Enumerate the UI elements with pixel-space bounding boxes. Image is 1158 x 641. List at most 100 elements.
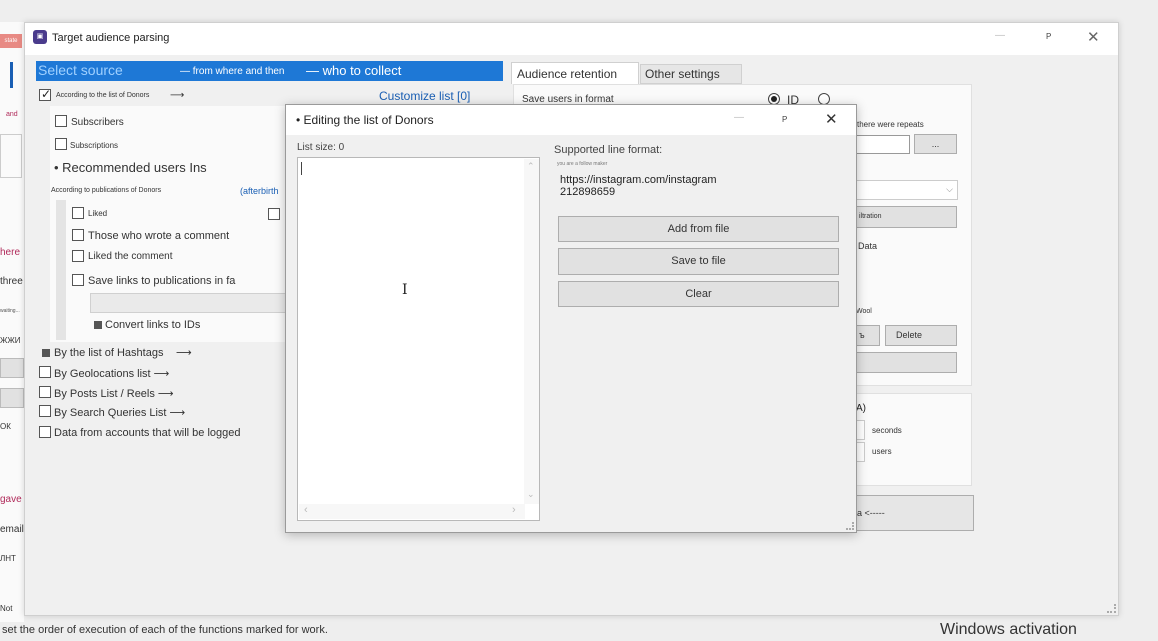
start-button[interactable]: a <----- xyxy=(856,495,974,531)
chevron-down-icon: ⌵ xyxy=(946,184,953,194)
main-pin-button[interactable]: P xyxy=(1046,32,1051,41)
strip-label: three xyxy=(0,276,23,287)
edit-button[interactable]: ъ xyxy=(856,325,880,346)
strip-button[interactable] xyxy=(0,388,24,408)
strip-label: ОК xyxy=(0,422,11,431)
liked-comment-label: Liked the comment xyxy=(88,251,173,262)
browse-button[interactable]: ... xyxy=(914,134,957,154)
filtration-button[interactable]: iltration xyxy=(856,206,957,228)
background-left-strip: state and here three waiting... ЖЖИ ОК g… xyxy=(0,22,24,622)
list-size-label: List size: 0 xyxy=(297,142,345,153)
donors-textarea[interactable]: ⌃ ⌄ ‹ › xyxy=(297,157,540,521)
dialog-pin-button[interactable]: P xyxy=(782,115,787,124)
recommended-label: • Recommended users Ins xyxy=(54,160,207,175)
donors-label: According to the list of Donors xyxy=(56,92,150,99)
paren-label: A) xyxy=(856,403,866,414)
clear-button[interactable]: Clear xyxy=(558,281,839,307)
format-line-id: 212898659 xyxy=(560,186,616,198)
main-close-button[interactable]: ✕ xyxy=(1087,28,1100,46)
afterbirth-link[interactable]: (afterbirth xyxy=(240,186,279,196)
hashtags-arrow: ⟶ xyxy=(176,347,192,359)
strip-label-and: and xyxy=(6,111,18,118)
liked-comment-checkbox[interactable] xyxy=(72,250,84,262)
strip-field xyxy=(0,134,22,178)
strip-label: waiting... xyxy=(0,308,20,314)
dialog-close-button[interactable]: ✕ xyxy=(825,110,838,128)
dialog-minimize-button[interactable]: — xyxy=(734,112,744,123)
tab-other-settings[interactable]: Other settings xyxy=(640,64,742,84)
wrote-comment-checkbox[interactable] xyxy=(72,229,84,241)
liked-label: Liked xyxy=(88,209,108,218)
geolocations-label: By Geolocations list ⟶ xyxy=(54,368,170,380)
subscriptions-checkbox[interactable] xyxy=(55,138,67,150)
wide-action-button[interactable] xyxy=(856,352,957,373)
geolocations-checkbox[interactable] xyxy=(39,366,51,378)
users-spinner[interactable] xyxy=(856,442,865,462)
extra-checkbox[interactable] xyxy=(268,208,280,220)
dialog-title: • Editing the list of Donors xyxy=(296,113,434,127)
dialog-resize-grip[interactable] xyxy=(846,522,854,530)
chevron-down-icon[interactable]: ⌄ xyxy=(527,489,535,500)
chevron-right-icon[interactable]: › xyxy=(512,504,516,516)
state-badge: state xyxy=(0,34,22,48)
users-label: users xyxy=(872,447,892,456)
convert-links-indicator[interactable] xyxy=(94,321,102,329)
posts-reels-label: By Posts List / Reels ⟶ xyxy=(54,388,174,400)
who-collect-label: — who to collect xyxy=(306,63,402,78)
save-links-label: Save links to publications in fa xyxy=(88,275,236,287)
chevron-up-icon[interactable]: ⌃ xyxy=(527,161,535,172)
main-resize-grip[interactable] xyxy=(1107,604,1116,613)
wool-label: Wool xyxy=(856,308,872,315)
search-queries-checkbox[interactable] xyxy=(39,405,51,417)
strip-label: Not xyxy=(0,604,13,613)
subscriptions-label: Subscriptions xyxy=(70,141,119,150)
data-accounts-label: Data from accounts that will be logged xyxy=(54,427,241,439)
from-where-label: — from where and then xyxy=(180,66,285,77)
horizontal-scrollbar[interactable]: ‹ › xyxy=(299,504,525,519)
blue-indicator xyxy=(10,62,13,88)
save-links-path-field[interactable] xyxy=(90,293,288,313)
main-window-title: Target audience parsing xyxy=(52,32,170,44)
search-queries-label: By Search Queries List ⟶ xyxy=(54,407,186,419)
donors-arrow: ⟶ xyxy=(170,90,185,101)
supported-format-title: Supported line format: xyxy=(554,144,663,156)
hashtags-label: By the list of Hashtags xyxy=(54,347,164,359)
donors-checkbox[interactable] xyxy=(39,87,51,101)
convert-links-label: Convert links to IDs xyxy=(105,319,201,331)
windows-activation: Windows activation xyxy=(940,621,1077,638)
text-cursor-icon: I xyxy=(402,282,408,298)
nested-panel-bar xyxy=(56,200,66,340)
vertical-scrollbar[interactable]: ⌃ ⌄ xyxy=(524,159,539,504)
path-input[interactable] xyxy=(856,135,910,154)
strip-label: here xyxy=(0,247,21,258)
data-label: Data xyxy=(858,241,878,251)
subscribers-checkbox[interactable] xyxy=(55,115,67,127)
tab-audience-retention[interactable]: Audience retention xyxy=(511,62,639,84)
save-to-file-button[interactable]: Save to file xyxy=(558,248,839,275)
chevron-left-icon[interactable]: ‹ xyxy=(304,504,308,516)
strip-button[interactable] xyxy=(0,358,24,378)
wrote-comment-label: Those who wrote a comment xyxy=(88,230,230,242)
seconds-label: seconds xyxy=(872,426,902,435)
customize-list-link[interactable]: Customize list [0] xyxy=(379,89,470,103)
main-title-bar xyxy=(25,23,1118,55)
posts-reels-checkbox[interactable] xyxy=(39,386,51,398)
publications-label: According to publications of Donors xyxy=(51,187,162,194)
strip-label: email xyxy=(0,524,24,535)
text-caret xyxy=(301,162,302,175)
bottom-hint: set the order of execution of each of th… xyxy=(2,624,328,636)
strip-label: gave xyxy=(0,494,22,505)
hashtags-indicator[interactable] xyxy=(42,349,50,357)
data-accounts-checkbox[interactable] xyxy=(39,426,51,438)
select-source-label[interactable]: Select source xyxy=(38,62,123,78)
strip-label: ЛНТ xyxy=(0,554,16,563)
main-minimize-button[interactable]: — xyxy=(995,30,1005,41)
format-line-url: https://instagram.com/instagram xyxy=(560,174,717,186)
seconds-spinner[interactable] xyxy=(856,420,865,440)
repeats-label: there were repeats xyxy=(857,120,924,129)
liked-checkbox[interactable] xyxy=(72,207,84,219)
mode-dropdown[interactable]: ⌵ xyxy=(856,180,958,200)
delete-button[interactable]: Delete xyxy=(885,325,957,346)
add-from-file-button[interactable]: Add from file xyxy=(558,216,839,242)
save-links-checkbox[interactable] xyxy=(72,274,84,286)
